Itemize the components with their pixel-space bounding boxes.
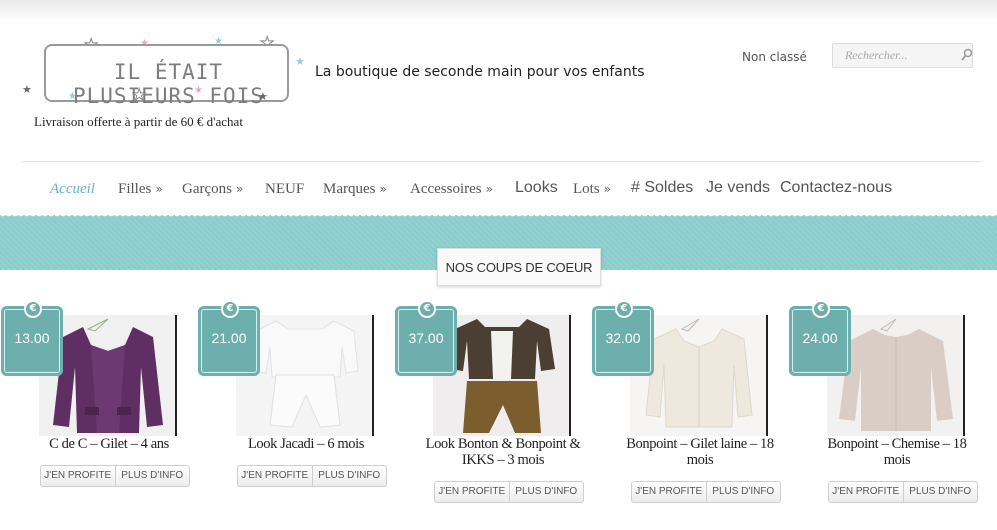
nav-item-label: Accueil <box>50 181 95 197</box>
nav-item-marques[interactable]: Marques» <box>323 181 387 198</box>
product-actions: J'EN PROFITE PLUS D'INFO <box>828 481 978 503</box>
nav-item-je-vends[interactable]: Je vends <box>706 179 770 197</box>
product-price: 21.00 <box>211 330 247 346</box>
nav-item-garcons[interactable]: Garçons» <box>182 181 243 198</box>
search-icon[interactable] <box>961 48 973 62</box>
product-title[interactable]: Bonpoint – Gilet laine – 18 mois <box>617 436 783 468</box>
site-logo[interactable]: ★ ★ ★ ★ ★ ★ IL ÉTAIT PLUSIEURS FOIS ★ ★ … <box>22 34 307 110</box>
nav-item-filles[interactable]: Filles» <box>118 181 163 198</box>
buy-button[interactable]: J'EN PROFITE <box>829 482 903 502</box>
nav-item-soldes[interactable]: # Soldes <box>631 179 693 197</box>
section-title: NOS COUPS DE COEUR <box>437 248 601 286</box>
product-card: €32.00 Bonpoint – Gilet laine – 18 mois J'… <box>591 300 788 530</box>
more-info-button[interactable]: PLUS D'INFO <box>902 482 978 502</box>
nav-item-label: # Soldes <box>631 179 694 196</box>
star-icon: ★ <box>68 91 77 102</box>
chevron-right-icon: » <box>485 182 493 196</box>
shipping-note: Livraison offerte à partir de 60 € d'ach… <box>34 114 243 129</box>
product-price: 24.00 <box>802 330 838 346</box>
nav-item-label: Lots <box>573 181 600 197</box>
star-icon: ★ <box>22 83 32 96</box>
chevron-right-icon: » <box>379 182 387 196</box>
more-info-button[interactable]: PLUS D'INFO <box>311 466 387 486</box>
product-title[interactable]: C de C – Gilet – 4 ans <box>26 436 192 452</box>
chevron-right-icon: » <box>603 182 612 196</box>
category-link[interactable]: Non classé <box>742 50 807 64</box>
nav-item-label: NEUF <box>265 181 305 197</box>
price-tag: €32.00 <box>591 300 655 380</box>
star-icon: ★ <box>258 90 268 103</box>
euro-icon: € <box>817 303 825 314</box>
logo-text: IL ÉTAIT PLUSIEURS FOIS <box>72 60 264 108</box>
logo-frame: IL ÉTAIT PLUSIEURS FOIS <box>44 44 289 108</box>
nav-item-contact[interactable]: Contactez-nous <box>780 179 892 197</box>
main-nav: Accueil Filles» Garçons» NEUF Marques» A… <box>0 176 997 204</box>
nav-item-label: Contactez-nous <box>780 179 893 196</box>
product-actions: J'EN PROFITE PLUS D'INFO <box>237 465 387 487</box>
price-tag: €24.00 <box>788 300 852 380</box>
nav-item-accueil[interactable]: Accueil <box>50 181 95 198</box>
buy-button[interactable]: J'EN PROFITE <box>435 482 509 502</box>
site-tagline: La boutique de seconde main pour vos enf… <box>315 64 645 80</box>
product-actions: J'EN PROFITE PLUS D'INFO <box>434 481 584 503</box>
chevron-right-icon: » <box>235 182 244 196</box>
nav-item-looks[interactable]: Looks <box>515 179 558 197</box>
nav-item-label: Filles <box>118 181 152 197</box>
band-edge-top <box>0 213 997 219</box>
price-tag: €37.00 <box>394 300 458 380</box>
nav-item-label: Accessoires <box>410 181 482 197</box>
buy-button[interactable]: J'EN PROFITE <box>238 466 312 486</box>
nav-item-label: Garçons <box>182 181 232 197</box>
product-card: €13.00 C de C – Gilet – 4 ans J'EN PROFITE… <box>0 300 197 530</box>
top-gradient <box>0 0 997 22</box>
euro-icon: € <box>226 303 234 314</box>
euro-icon: € <box>620 303 628 314</box>
product-price: 32.00 <box>605 330 641 346</box>
star-icon: ★ <box>194 85 203 96</box>
product-card: €24.00 Bonpoint – Chemise – 18 mois J'EN P… <box>788 300 985 530</box>
price-tag: €13.00 <box>0 300 64 380</box>
more-info-button[interactable]: PLUS D'INFO <box>508 482 584 502</box>
product-card: €37.00 Look Bonton & Bonpoint & IKKS – 3 … <box>394 300 591 530</box>
nav-item-lots[interactable]: Lots» <box>573 181 611 198</box>
nav-item-accessoires[interactable]: Accessoires» <box>410 181 493 198</box>
nav-item-label: Marques <box>323 181 376 197</box>
nav-item-neuf[interactable]: NEUF <box>265 181 304 198</box>
product-title[interactable]: Look Jacadi – 6 mois <box>223 436 389 452</box>
product-title[interactable]: Look Bonton & Bonpoint & IKKS – 3 mois <box>420 436 586 468</box>
euro-icon: € <box>423 303 431 314</box>
search-box <box>832 43 973 68</box>
product-actions: J'EN PROFITE PLUS D'INFO <box>631 481 781 503</box>
product-card: €21.00 Look Jacadi – 6 mois J'EN PROFITE PL… <box>197 300 394 530</box>
buy-button[interactable]: J'EN PROFITE <box>41 466 115 486</box>
product-price: 13.00 <box>14 330 50 346</box>
star-icon: ★ <box>295 55 305 68</box>
more-info-button[interactable]: PLUS D'INFO <box>705 482 781 502</box>
price-tag: €21.00 <box>197 300 261 380</box>
search-input[interactable] <box>833 44 957 67</box>
product-price: 37.00 <box>408 330 444 346</box>
product-title[interactable]: Bonpoint – Chemise – 18 mois <box>814 436 980 468</box>
product-actions: J'EN PROFITE PLUS D'INFO <box>40 465 190 487</box>
nav-item-label: Je vends <box>706 179 771 196</box>
header-divider <box>22 161 982 162</box>
chevron-right-icon: » <box>155 182 163 196</box>
buy-button[interactable]: J'EN PROFITE <box>632 482 706 502</box>
nav-item-label: Looks <box>515 179 558 196</box>
more-info-button[interactable]: PLUS D'INFO <box>114 466 190 486</box>
euro-icon: € <box>29 303 37 314</box>
star-icon: ★ <box>131 85 147 104</box>
